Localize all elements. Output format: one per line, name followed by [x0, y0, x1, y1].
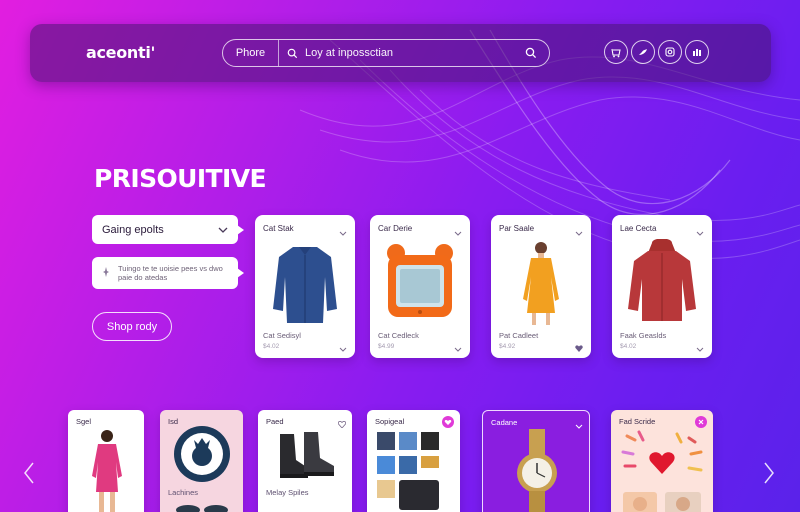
heart-icon[interactable] — [337, 415, 347, 433]
instagram-icon[interactable] — [658, 40, 682, 64]
product-card-title: Car Derie — [378, 224, 413, 233]
carousel-card[interactable]: Paed Melay Spiles — [258, 410, 352, 512]
carousel-card[interactable]: Fad Scride — [611, 410, 713, 512]
chart-icon[interactable] — [685, 40, 709, 64]
red-hoodie-image — [628, 239, 696, 321]
category-dropdown-label: Gaing epolts — [102, 223, 164, 236]
chevron-down-icon[interactable] — [339, 339, 347, 357]
hero-title: PRISOUITIVE — [94, 164, 267, 193]
search-scope-selector[interactable]: Phore — [223, 40, 279, 66]
search-bar[interactable]: Phore Loy at inpossctian — [222, 39, 550, 67]
product-collage-image — [377, 432, 439, 510]
product-card-title: Cat Stak — [263, 224, 294, 233]
watch-image — [517, 429, 557, 512]
product-name: Cat Cedleck — [378, 331, 419, 340]
chevron-down-icon[interactable] — [575, 416, 583, 434]
info-note-text: Tuingo te te uoisie pees vs dwo paie do … — [118, 263, 223, 282]
product-price: $4.92 — [499, 343, 516, 350]
product-card[interactable]: Car Derie Cat Cedleck $4.99 — [370, 215, 470, 358]
sparkle-icon — [102, 266, 110, 280]
carousel-card-title: Cadane — [491, 418, 518, 427]
cosmetics-image — [621, 430, 703, 512]
carousel-card-name: Melay Spiles — [266, 488, 309, 497]
carousel-card-title: Sgel — [76, 417, 92, 426]
carousel-next-arrow[interactable] — [762, 461, 776, 485]
coffee-logo-image — [174, 426, 230, 482]
carousel-card[interactable]: Sgel — [68, 410, 144, 512]
product-name: Faak Geaslds — [620, 331, 667, 340]
product-card-title: Par Saale — [499, 224, 535, 233]
brand-logo[interactable]: aceonti' — [86, 43, 155, 62]
search-submit-icon[interactable] — [525, 46, 539, 60]
shop-now-button[interactable]: Shop rody — [92, 312, 172, 341]
product-price: $4.02 — [620, 343, 637, 350]
product-name: Cat Sedisyl — [263, 331, 301, 340]
product-card[interactable]: Par Saale Pat Cadleet $4.92 — [491, 215, 591, 358]
search-icon — [287, 47, 299, 59]
heart-icon[interactable] — [575, 339, 583, 357]
chevron-down-icon — [218, 224, 228, 236]
info-note: Tuingo te te uoisie pees vs dwo paie do … — [92, 257, 244, 289]
product-card[interactable]: Cat Stak Cat Sedisyl $4.02 — [255, 215, 355, 358]
product-price: $4.02 — [263, 343, 280, 350]
shoe-image — [176, 505, 228, 512]
carousel-card-title: Fad Scride — [619, 417, 656, 426]
top-navigation-bar: aceonti' Phore Loy at inpossctian — [30, 24, 771, 82]
orange-dress-image — [523, 242, 559, 325]
category-dropdown[interactable]: Gaing epolts — [92, 215, 244, 244]
blue-jacket-image — [273, 247, 337, 323]
header-icon-group — [604, 40, 709, 64]
chevron-down-icon[interactable] — [696, 339, 704, 357]
product-card[interactable]: Lae Cecta Faak Geaslds $4.02 — [612, 215, 712, 358]
carousel-card-name: Lachines — [168, 488, 199, 497]
boots-image — [280, 432, 334, 478]
carousel-card[interactable]: Cadane — [482, 410, 590, 512]
carousel-card[interactable]: Isd Lachines — [160, 410, 243, 512]
chevron-down-icon[interactable] — [454, 339, 462, 357]
product-card-title: Lae Cecta — [620, 224, 657, 233]
carousel-card-title: Sopigeal — [375, 417, 405, 426]
bird-icon[interactable] — [631, 40, 655, 64]
carousel-card-title: Paed — [266, 417, 284, 426]
product-price: $4.99 — [378, 343, 395, 350]
carousel-card[interactable]: Sopigeal — [367, 410, 460, 512]
orange-tablet-image — [387, 244, 453, 317]
product-name: Pat Cadleet — [499, 331, 539, 340]
search-input[interactable]: Loy at inpossctian — [305, 47, 525, 59]
cart-icon[interactable] — [604, 40, 628, 64]
carousel-prev-arrow[interactable] — [22, 461, 36, 485]
pink-outfit-image — [92, 430, 122, 512]
